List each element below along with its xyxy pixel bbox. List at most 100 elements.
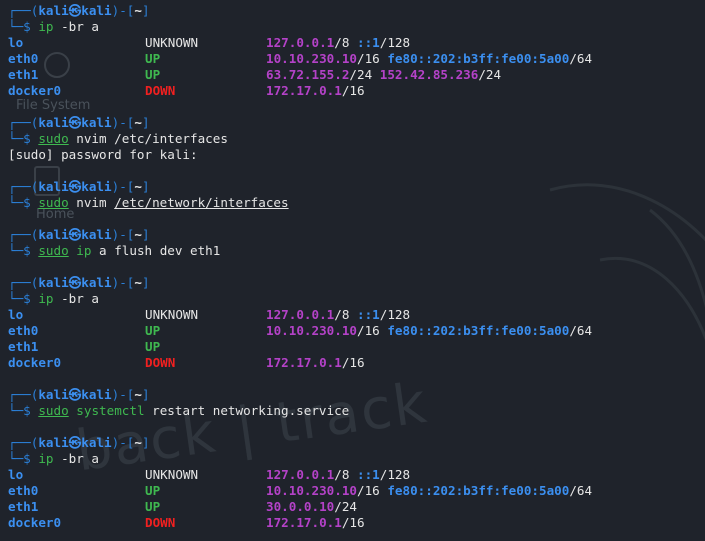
prompt-user: kali㉿kali	[38, 3, 112, 18]
prompt-dir: ~	[134, 179, 142, 194]
prompt-dir: ~	[134, 275, 142, 290]
prompt-end: ]	[141, 115, 150, 130]
prompt-user: kali㉿kali	[38, 275, 112, 290]
ip-address: ::1	[357, 467, 380, 482]
prompt-separator: )-[	[111, 435, 135, 450]
command-name: sudo	[38, 131, 69, 146]
prompt-end: ]	[141, 3, 150, 18]
ip-address: 127.0.0.1	[266, 467, 335, 482]
interface-name: eth1	[8, 339, 39, 354]
output-text: [sudo] password for kali:	[8, 147, 198, 162]
ip-address: 172.17.0.1	[266, 355, 342, 370]
interface-name: eth1	[8, 499, 39, 514]
prompt-symbol: └─$	[8, 243, 39, 258]
prompt-user: kali㉿kali	[38, 179, 112, 194]
prompt-separator: )-[	[111, 3, 135, 18]
prefix-length: /8	[334, 35, 350, 50]
interface-row: eth0 UP 10.10.230.10/16 fe80::202:b3ff:fe0…	[8, 483, 592, 499]
prompt-corner: ┌──(	[8, 387, 39, 402]
prefix-length: /64	[569, 51, 593, 66]
prompt-dir: ~	[134, 227, 142, 242]
prefix-length: /128	[379, 307, 411, 322]
prompt-end: ]	[141, 227, 150, 242]
command-path: /etc/network/interfaces	[114, 195, 289, 210]
command-sub: systemctl	[76, 403, 145, 418]
terminal-output: ┌──(kali㉿kali)-[~] └─$ ip -br a lo UNKNOWN 1…	[8, 3, 592, 531]
prompt-line: ┌──(kali㉿kali)-[~]	[8, 435, 592, 451]
interface-state: UP	[145, 323, 161, 338]
command-args: -br a	[53, 291, 100, 306]
interface-row: eth0 UP 10.10.230.10/16 fe80::202:b3ff:fe0…	[8, 323, 592, 339]
interface-name: lo	[8, 35, 24, 50]
ip-address: 10.10.230.10	[266, 483, 357, 498]
prompt-symbol: └─$	[8, 451, 39, 466]
prompt-line: ┌──(kali㉿kali)-[~]	[8, 387, 592, 403]
prefix-length: /24	[349, 67, 373, 82]
prompt-end: ]	[141, 387, 150, 402]
ip-address: 10.10.230.10	[266, 51, 357, 66]
prompt-corner: ┌──(	[8, 227, 39, 242]
interface-row: eth1 UP 63.72.155.2/24 152.42.85.236/24	[8, 67, 592, 83]
prefix-length: /16	[341, 355, 365, 370]
prompt-line: ┌──(kali㉿kali)-[~]	[8, 115, 592, 131]
command-line: └─$ ip -br a	[8, 19, 592, 35]
command-line: └─$ ip -br a	[8, 291, 592, 307]
prompt-corner: ┌──(	[8, 3, 39, 18]
prefix-length: /64	[569, 323, 593, 338]
interface-state: DOWN	[145, 83, 176, 98]
ip-address: 63.72.155.2	[266, 67, 350, 82]
prefix-length: /128	[379, 35, 411, 50]
interface-row: lo UNKNOWN 127.0.0.1/8 ::1/128	[8, 35, 592, 51]
interface-name: eth0	[8, 323, 39, 338]
interface-name: lo	[8, 467, 24, 482]
prompt-symbol: └─$	[8, 291, 39, 306]
prompt-dir: ~	[134, 3, 142, 18]
command-args: nvim /etc/interfaces	[68, 131, 228, 146]
command-sub: ip	[76, 243, 92, 258]
terminal-window[interactable]: File System Home back | track ┌──(kali㉿k…	[0, 0, 705, 541]
interface-row: docker0 DOWN 172.17.0.1/16	[8, 355, 592, 371]
ip-address: 127.0.0.1	[266, 35, 335, 50]
command-line: └─$ sudo systemctl restart networking.se…	[8, 403, 592, 419]
prompt-corner: ┌──(	[8, 275, 39, 290]
prompt-dir: ~	[134, 435, 142, 450]
prompt-separator: )-[	[111, 387, 135, 402]
prefix-length: /16	[357, 51, 380, 66]
prefix-length: /24	[334, 499, 357, 514]
command-args: -br a	[53, 451, 100, 466]
ip-address: fe80::202:b3ff:fe00:5a00	[387, 483, 570, 498]
prompt-dir: ~	[134, 115, 142, 130]
command-line: └─$ sudo nvim /etc/interfaces	[8, 131, 592, 147]
prefix-length: /8	[334, 307, 350, 322]
command-line: └─$ sudo nvim /etc/network/interfaces	[8, 195, 592, 211]
interface-state: UP	[145, 339, 161, 354]
prompt-separator: )-[	[111, 275, 135, 290]
ip-address: fe80::202:b3ff:fe00:5a00	[387, 323, 570, 338]
interface-state: UNKNOWN	[145, 35, 199, 50]
prompt-symbol: └─$	[8, 19, 39, 34]
interface-state: UP	[145, 499, 161, 514]
prompt-line: ┌──(kali㉿kali)-[~]	[8, 179, 592, 195]
ip-address: 10.10.230.10	[266, 323, 357, 338]
prefix-length: /16	[341, 83, 365, 98]
ip-address: fe80::202:b3ff:fe00:5a00	[387, 51, 570, 66]
prefix-length: /16	[341, 515, 365, 530]
prompt-line: ┌──(kali㉿kali)-[~]	[8, 227, 592, 243]
prompt-corner: ┌──(	[8, 115, 39, 130]
prefix-length: /64	[569, 483, 593, 498]
interface-state: UP	[145, 483, 161, 498]
interface-row: docker0 DOWN 172.17.0.1/16	[8, 515, 592, 531]
prefix-length: /8	[334, 467, 350, 482]
command-name: ip	[38, 19, 54, 34]
prompt-end: ]	[141, 275, 150, 290]
prompt-symbol: └─$	[8, 403, 39, 418]
interface-name: docker0	[8, 83, 62, 98]
prompt-dir: ~	[134, 387, 142, 402]
